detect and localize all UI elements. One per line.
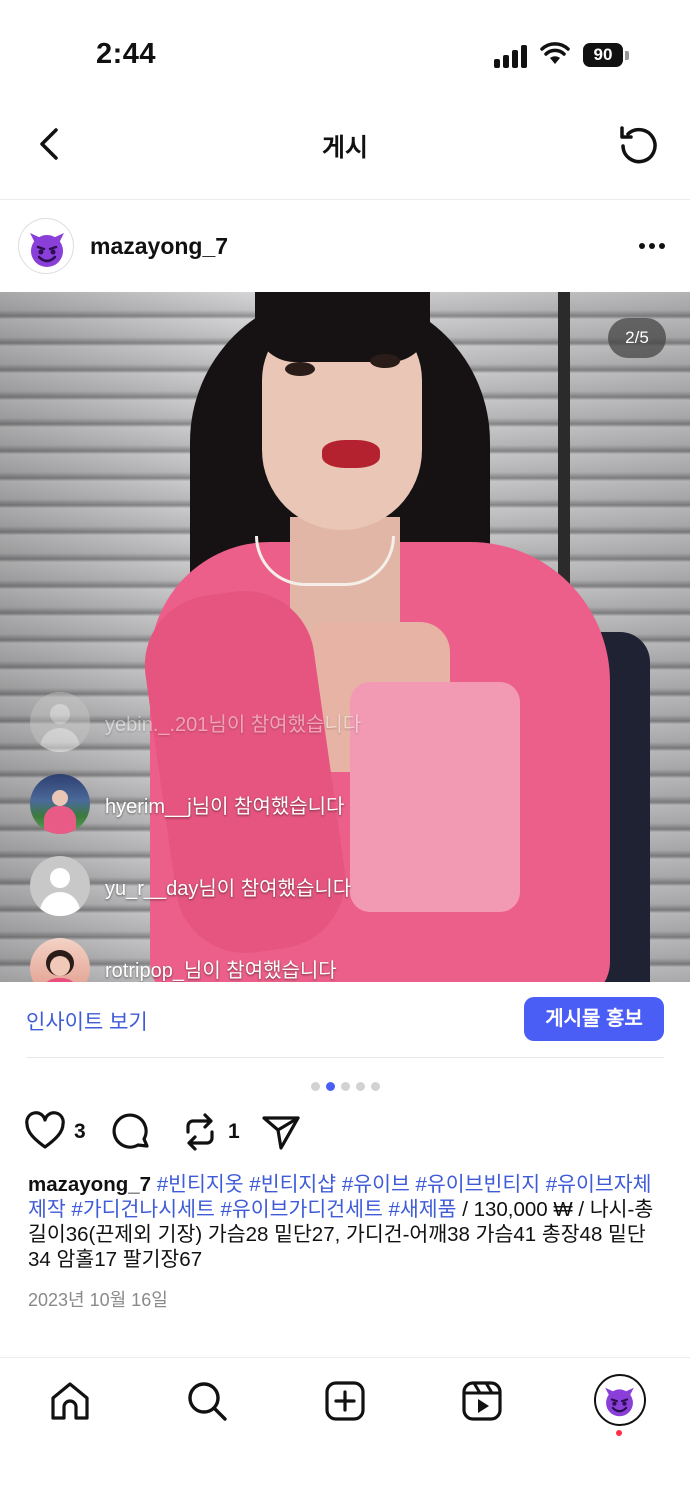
carousel-dot — [340, 1082, 350, 1091]
status-bar: 2:44 90 — [0, 0, 690, 100]
comment-icon[interactable] — [110, 1110, 154, 1154]
insight-promote-row: 인사이트 보기 게시물 홍보 — [26, 982, 664, 1058]
post-date: 2023년 10월 16일 — [28, 1290, 168, 1310]
caption-username[interactable]: mazayong_7 — [28, 1173, 151, 1196]
join-item: yu_r__day님이 참여했습니다 — [30, 856, 530, 918]
bottom-tab-bar — [0, 1357, 690, 1500]
user-avatar — [30, 774, 90, 834]
more-horizontal-icon[interactable] — [630, 230, 674, 260]
carousel-dot-active — [325, 1082, 335, 1091]
like-count[interactable]: 3 — [74, 1120, 86, 1144]
notification-dot — [616, 1430, 622, 1436]
repost-icon[interactable] — [180, 1110, 220, 1154]
search-icon[interactable] — [184, 1378, 230, 1424]
profile-tab-avatar[interactable] — [594, 1374, 646, 1426]
devil-emoji-icon — [30, 233, 64, 267]
view-insights-link[interactable]: 인사이트 보기 — [26, 1006, 148, 1036]
battery-level: 90 — [583, 43, 623, 67]
wifi-icon — [540, 42, 570, 64]
post-caption: mazayong_7 #빈티지옷 #빈티지샵 #유이브 #유이브빈티지 #유이브… — [28, 1172, 668, 1272]
send-icon[interactable] — [260, 1110, 302, 1154]
reels-icon[interactable] — [459, 1378, 505, 1424]
join-item: rotripop_님이 참여했습니다 — [30, 938, 530, 982]
devil-emoji-icon — [605, 1387, 634, 1417]
post-media[interactable]: 2/5 yebin._.201님이 참여했습니다 hyerim__j님이 참여했… — [0, 292, 690, 982]
home-icon[interactable] — [47, 1378, 93, 1424]
battery-icon: 90 — [583, 43, 629, 67]
join-item: hyerim__j님이 참여했습니다 — [30, 774, 530, 836]
post-action-bar: 3 1 — [0, 1104, 690, 1160]
author-username[interactable]: mazayong_7 — [90, 233, 228, 260]
default-avatar-icon — [30, 692, 90, 752]
user-avatar — [30, 938, 90, 982]
plus-square-icon[interactable] — [322, 1378, 368, 1424]
page-title: 게시 — [321, 134, 368, 162]
cellular-signal-icon — [494, 44, 530, 68]
refresh-icon[interactable] — [614, 120, 662, 168]
carousel-dot — [370, 1082, 380, 1091]
status-time: 2:44 — [96, 38, 157, 70]
promote-post-button[interactable]: 게시물 홍보 — [524, 997, 664, 1041]
carousel-dot — [310, 1082, 320, 1091]
repost-count[interactable]: 1 — [228, 1120, 240, 1144]
carousel-indicator — [0, 1078, 690, 1091]
post-author-row: mazayong_7 — [0, 200, 690, 292]
author-avatar[interactable] — [18, 218, 74, 274]
carousel-dot — [355, 1082, 365, 1091]
default-avatar-icon — [30, 856, 90, 916]
top-nav-header: 게시 — [0, 100, 690, 200]
join-item: yebin._.201님이 참여했습니다 — [30, 692, 530, 754]
heart-icon[interactable] — [24, 1110, 66, 1154]
media-counter-badge: 2/5 — [608, 318, 666, 358]
